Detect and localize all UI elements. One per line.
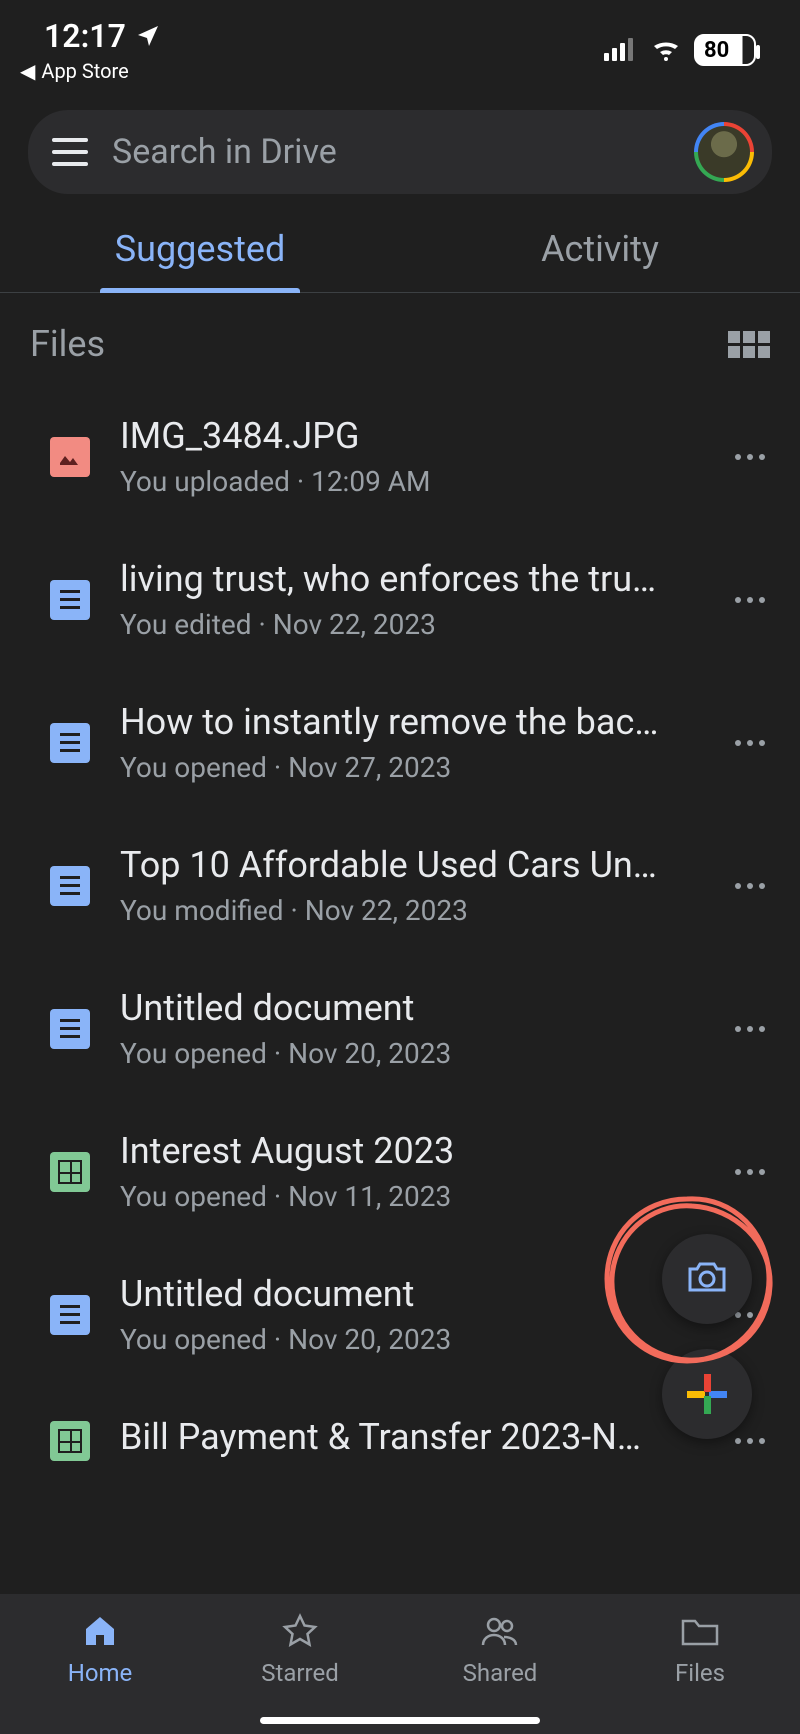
file-meta: You opened · Nov 20, 2023: [120, 1323, 700, 1356]
status-bar: 12:17 ◀ App Store 80: [0, 0, 800, 90]
back-to-app-store[interactable]: ◀ App Store: [20, 59, 129, 83]
file-name: Top 10 Affordable Used Cars Un…: [120, 844, 700, 886]
top-tabs: Suggested Activity: [0, 204, 800, 293]
doc-file-icon: [50, 866, 90, 906]
tab-suggested[interactable]: Suggested: [0, 204, 400, 292]
location-arrow-icon: [136, 17, 160, 55]
file-name: IMG_3484.JPG: [120, 415, 700, 457]
file-row[interactable]: How to instantly remove the bac… You ope…: [0, 671, 800, 814]
cell-signal-icon: [604, 31, 638, 69]
file-name: Untitled document: [120, 1273, 700, 1315]
file-more-button[interactable]: [730, 740, 770, 746]
nav-home[interactable]: Home: [0, 1594, 200, 1704]
doc-file-icon: [50, 1009, 90, 1049]
tab-suggested-label: Suggested: [115, 228, 286, 270]
people-icon: [480, 1611, 520, 1651]
star-icon: [280, 1611, 320, 1651]
file-row[interactable]: Untitled document You opened · Nov 20, 2…: [0, 957, 800, 1100]
section-title: Files: [30, 323, 105, 365]
camera-icon: [686, 1259, 728, 1299]
file-meta: You opened · Nov 27, 2023: [120, 751, 700, 784]
doc-file-icon: [50, 1295, 90, 1335]
sheet-file-icon: [50, 1421, 90, 1461]
file-more-button[interactable]: [730, 883, 770, 889]
bottom-nav: Home Starred Shared Files: [0, 1594, 800, 1734]
file-name: Bill Payment & Transfer 2023-N…: [120, 1416, 700, 1458]
home-indicator[interactable]: [260, 1717, 540, 1724]
file-list: IMG_3484.JPG You uploaded · 12:09 AM liv…: [0, 385, 800, 1496]
battery-indicator: 80: [694, 34, 756, 66]
search-bar[interactable]: Search in Drive: [28, 110, 772, 194]
tab-activity[interactable]: Activity: [400, 204, 800, 292]
nav-starred[interactable]: Starred: [200, 1594, 400, 1704]
file-name: living trust, who enforces the tru…: [120, 558, 700, 600]
back-app-label: App Store: [41, 59, 128, 83]
file-name: Interest August 2023: [120, 1130, 700, 1172]
nav-files-label: Files: [675, 1659, 725, 1687]
account-avatar[interactable]: [694, 122, 754, 182]
view-grid-icon[interactable]: [728, 331, 770, 358]
add-fab[interactable]: [662, 1349, 752, 1439]
chevron-left-icon: ◀: [20, 59, 35, 83]
status-time: 12:17: [44, 17, 126, 55]
folder-icon: [680, 1611, 720, 1651]
file-more-button[interactable]: [730, 1169, 770, 1175]
nav-home-label: Home: [68, 1659, 133, 1687]
image-file-icon: [50, 437, 90, 477]
file-meta: You opened · Nov 20, 2023: [120, 1037, 700, 1070]
wifi-icon: [650, 31, 682, 69]
file-name: Untitled document: [120, 987, 700, 1029]
file-row[interactable]: Interest August 2023 You opened · Nov 11…: [0, 1100, 800, 1243]
doc-file-icon: [50, 580, 90, 620]
file-more-button[interactable]: [730, 454, 770, 460]
file-more-button[interactable]: [730, 1438, 770, 1444]
nav-starred-label: Starred: [261, 1659, 338, 1687]
file-row[interactable]: living trust, who enforces the tru… You …: [0, 528, 800, 671]
doc-file-icon: [50, 723, 90, 763]
file-meta: You edited · Nov 22, 2023: [120, 608, 700, 641]
file-meta: You opened · Nov 11, 2023: [120, 1180, 700, 1213]
nav-shared-label: Shared: [463, 1659, 538, 1687]
file-meta: You uploaded · 12:09 AM: [120, 465, 700, 498]
file-name: How to instantly remove the bac…: [120, 701, 700, 743]
tab-activity-label: Activity: [541, 228, 659, 270]
battery-level: 80: [704, 38, 729, 63]
file-meta: You modified · Nov 22, 2023: [120, 894, 700, 927]
nav-shared[interactable]: Shared: [400, 1594, 600, 1704]
file-more-button[interactable]: [730, 597, 770, 603]
sheet-file-icon: [50, 1152, 90, 1192]
menu-icon[interactable]: [52, 138, 88, 166]
nav-files[interactable]: Files: [600, 1594, 800, 1704]
file-more-button[interactable]: [730, 1026, 770, 1032]
home-icon: [80, 1611, 120, 1651]
plus-icon: [687, 1374, 727, 1414]
file-row[interactable]: IMG_3484.JPG You uploaded · 12:09 AM: [0, 385, 800, 528]
file-row[interactable]: Top 10 Affordable Used Cars Un… You modi…: [0, 814, 800, 957]
search-input[interactable]: Search in Drive: [112, 132, 670, 172]
camera-fab[interactable]: [662, 1234, 752, 1324]
